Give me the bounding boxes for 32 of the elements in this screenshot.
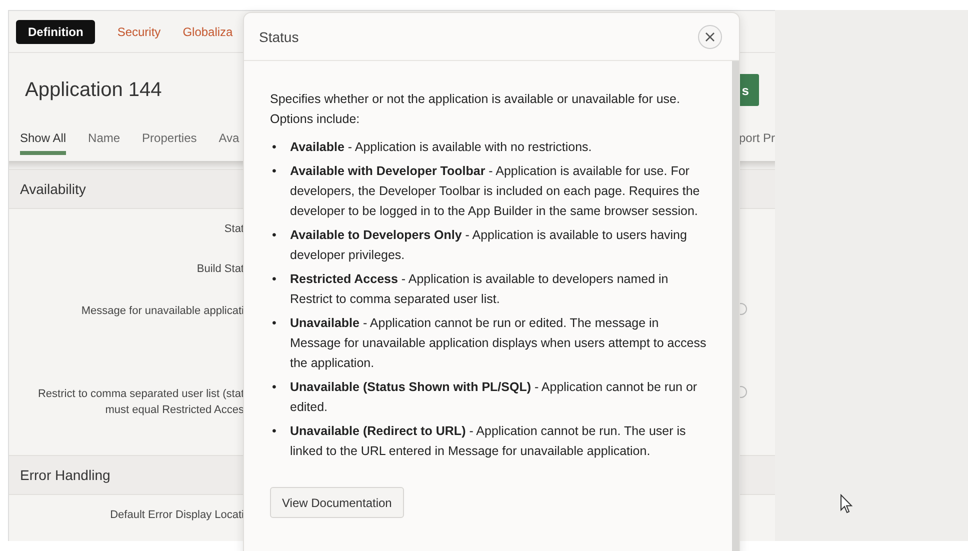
dialog-title: Status (259, 28, 299, 44)
page-title: Application 144 (25, 78, 162, 102)
nav-tab[interactable]: Security (117, 20, 161, 44)
bullet-marker: • (271, 271, 278, 288)
bullet-marker: • (271, 315, 278, 332)
option-description: Restricted Access - Application is available to developers named in Restrict to comma separated user list. (290, 271, 670, 308)
filter-tab[interactable]: Properties (142, 131, 197, 155)
nav-tab[interactable]: Definition (16, 20, 96, 44)
field-label: Restrict to comma separated user list (stat must equal Restricted Acces (36, 387, 244, 418)
option-description: Available to Developers Only - Application is available to users having developer privileges. (290, 227, 688, 264)
option-description: Unavailable - Application cannot be run or edited. The message in Message for unavailable application displays when users attempt to access the application. (290, 315, 708, 372)
field-label: Stat (223, 222, 244, 237)
close-icon (705, 32, 715, 42)
bullet-marker: • (271, 139, 278, 156)
mouse-pointer-icon (840, 494, 853, 514)
filter-tab[interactable]: Name (88, 131, 120, 155)
option-description: Available - Application is available with no restrictions. (290, 139, 593, 156)
scrollbar[interactable] (732, 61, 739, 551)
bullet-marker: • (271, 227, 278, 244)
bullet-marker: • (271, 423, 278, 440)
filter-tab[interactable]: Ava (218, 131, 240, 155)
field-label: Default Error Display Locati (109, 508, 244, 523)
filter-tab[interactable]: port Pr (738, 131, 775, 155)
help-intro: Specifies whether or not the application is available or unavailable for use. Options include: (270, 91, 681, 128)
field-label: Build Stat (196, 262, 244, 277)
view-documentation-button[interactable]: View Documentation (270, 487, 404, 518)
bullet-marker: • (271, 379, 278, 396)
filter-tab[interactable]: Show All (20, 131, 66, 155)
nav-tab[interactable]: Globaliza (182, 20, 233, 44)
field-label: Message for unavailable applicati (80, 304, 244, 319)
close-button[interactable] (698, 24, 722, 48)
option-description: Unavailable (Status Shown with PL/SQL) - Application cannot be run or edited. (290, 379, 698, 416)
